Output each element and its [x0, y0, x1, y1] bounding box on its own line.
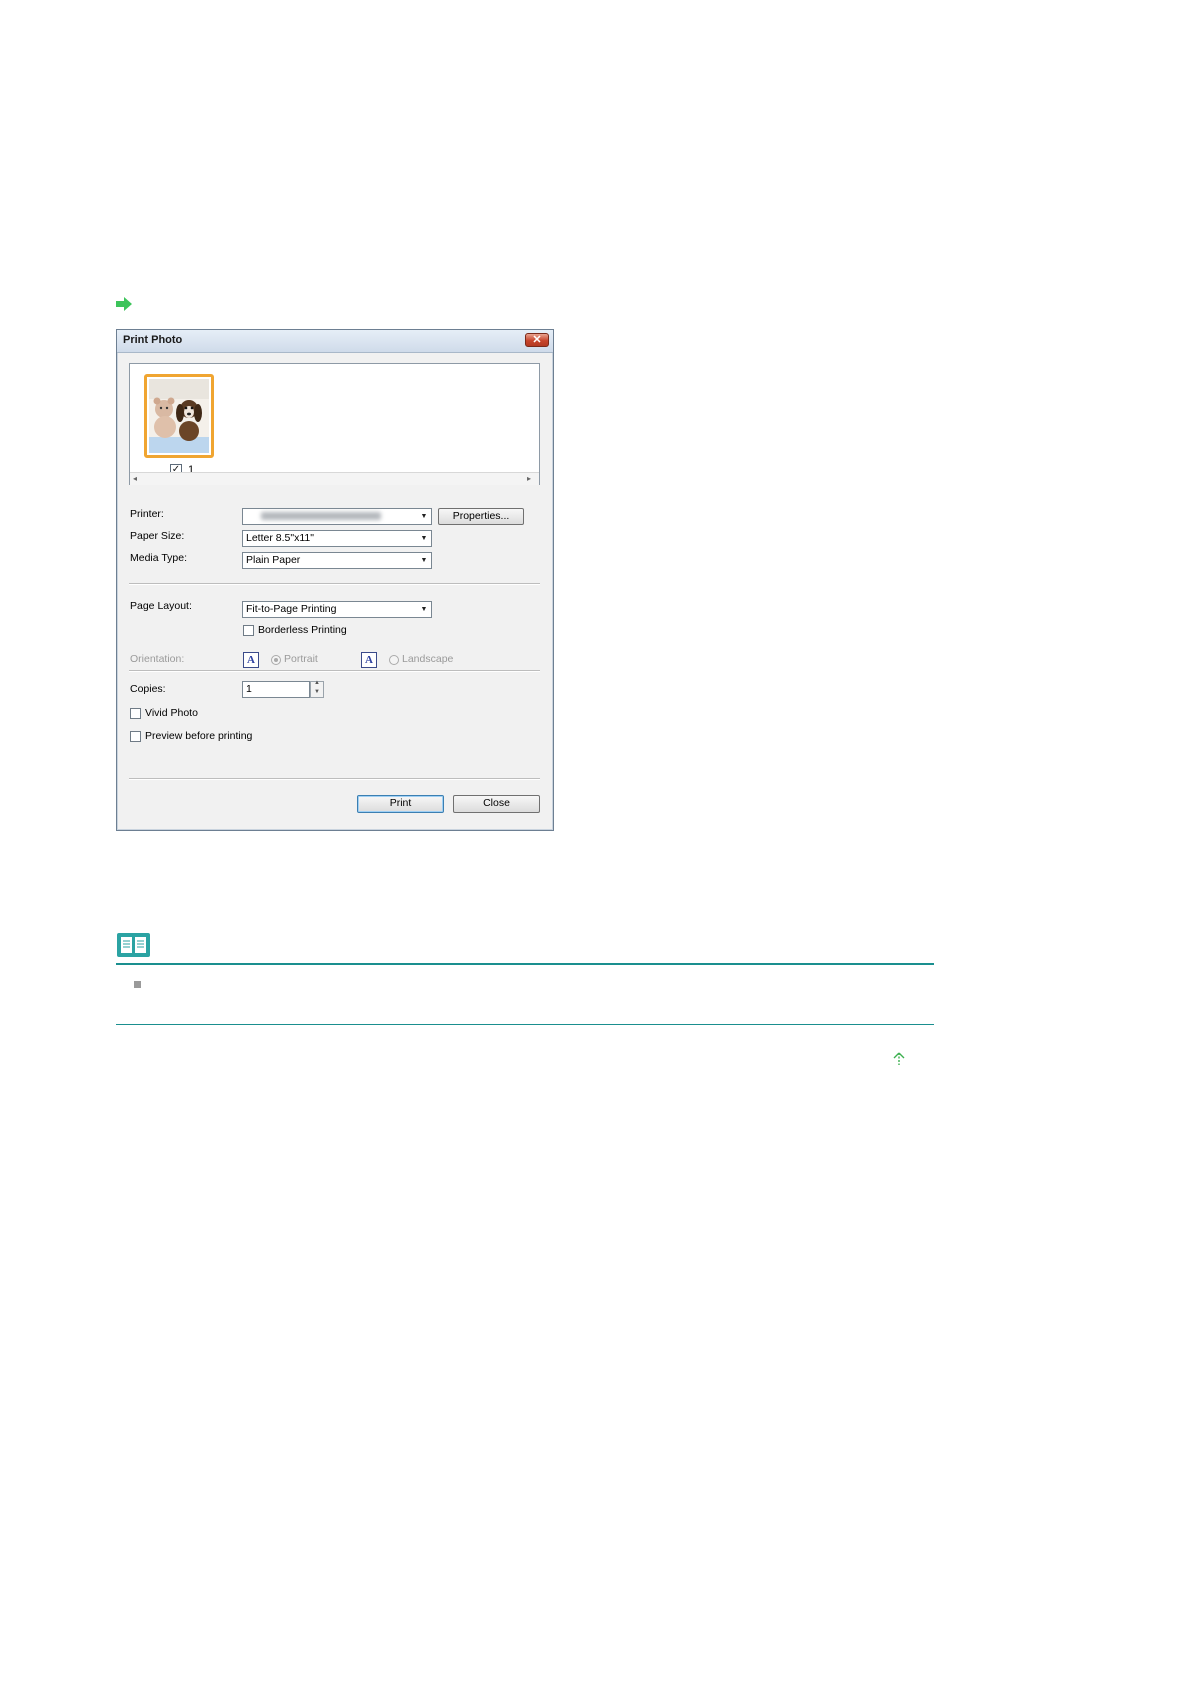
- horizontal-scrollbar[interactable]: ◂ ▸: [130, 472, 539, 485]
- separator: [129, 778, 540, 780]
- paper-size-label: Paper Size:: [130, 530, 185, 542]
- landscape-label: Landscape: [402, 653, 454, 665]
- media-type-label: Media Type:: [130, 552, 188, 564]
- printer-select[interactable]: ▼: [242, 508, 432, 525]
- chevron-down-icon: ▼: [420, 606, 428, 613]
- thumbnail-pane: ✓ 1 ◂ ▸: [129, 363, 540, 485]
- preview-before-printing-label: Preview before printing: [145, 730, 253, 742]
- copies-stepper[interactable]: ▲ ▼: [310, 680, 324, 698]
- printer-label: Printer:: [130, 508, 164, 520]
- photo-thumbnail[interactable]: [144, 374, 214, 458]
- properties-button[interactable]: Properties...: [438, 508, 524, 525]
- close-window-button[interactable]: ✕: [525, 333, 549, 347]
- preview-before-printing-checkbox[interactable]: [130, 731, 141, 742]
- print-button[interactable]: Print: [357, 795, 444, 813]
- dialog-title: Print Photo: [123, 334, 183, 346]
- note-divider: [116, 963, 934, 965]
- separator: [129, 583, 540, 585]
- portrait-radio[interactable]: [271, 655, 281, 665]
- orientation-label: Orientation:: [130, 653, 185, 665]
- media-type-value: Plain Paper: [246, 554, 301, 566]
- photo-image: [149, 379, 209, 453]
- vivid-photo-checkbox[interactable]: [130, 708, 141, 719]
- paper-size-value: Letter 8.5"x11": [246, 532, 314, 544]
- copies-label: Copies:: [130, 683, 166, 695]
- page-layout-value: Fit-to-Page Printing: [246, 603, 337, 615]
- page-layout-select[interactable]: Fit-to-Page Printing ▼: [242, 601, 432, 618]
- printer-name-redacted: [261, 512, 381, 520]
- chevron-down-icon: ▼: [420, 557, 428, 564]
- borderless-printing-checkbox[interactable]: [243, 625, 254, 636]
- borderless-printing-label: Borderless Printing: [258, 624, 347, 636]
- landscape-radio[interactable]: [389, 655, 399, 665]
- close-icon: ✕: [532, 334, 542, 346]
- scroll-left-icon[interactable]: ◂: [133, 473, 137, 485]
- stepper-up-icon[interactable]: ▲: [311, 680, 323, 686]
- vivid-photo-label: Vivid Photo: [145, 707, 198, 719]
- note-bullet: [134, 981, 141, 988]
- media-type-select[interactable]: Plain Paper ▼: [242, 552, 432, 569]
- portrait-label: Portrait: [284, 653, 318, 665]
- chevron-down-icon: ▼: [420, 513, 428, 520]
- landscape-icon: A: [361, 652, 377, 668]
- note-book-icon: [117, 933, 150, 957]
- paper-size-select[interactable]: Letter 8.5"x11" ▼: [242, 530, 432, 547]
- title-bar: Print Photo ✕: [117, 330, 553, 353]
- page-layout-label: Page Layout:: [130, 600, 192, 612]
- scroll-right-icon[interactable]: ▸: [527, 473, 531, 485]
- section-divider: [116, 1024, 934, 1025]
- green-arrow-icon: [116, 297, 132, 311]
- copies-input[interactable]: 1: [242, 681, 310, 698]
- close-button[interactable]: Close: [453, 795, 540, 813]
- print-photo-dialog: Print Photo ✕ ✓ 1 ◂ ▸ Printer: ▼ Propert…: [116, 329, 554, 831]
- back-to-top-icon[interactable]: [893, 1052, 905, 1066]
- portrait-icon: A: [243, 652, 259, 668]
- chevron-down-icon: ▼: [420, 535, 428, 542]
- separator: [129, 670, 540, 672]
- stepper-down-icon[interactable]: ▼: [311, 689, 323, 695]
